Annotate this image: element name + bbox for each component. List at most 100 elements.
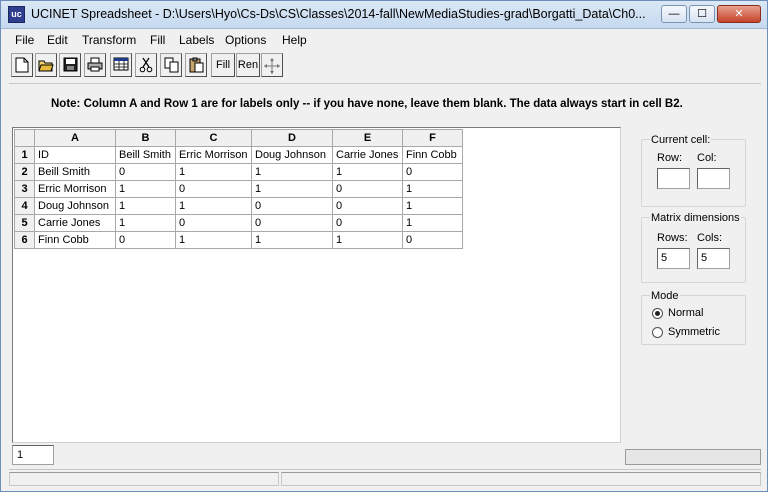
cell-a6[interactable]: Finn Cobb bbox=[34, 231, 116, 249]
row-header[interactable]: 1 bbox=[14, 146, 35, 164]
copy-button[interactable] bbox=[160, 53, 182, 77]
cell-e3[interactable]: 0 bbox=[332, 180, 403, 198]
normal-radio[interactable] bbox=[652, 308, 663, 319]
cell-f1[interactable]: Finn Cobb bbox=[402, 146, 463, 164]
close-button[interactable]: ✕ bbox=[717, 5, 761, 23]
cell-f4[interactable]: 1 bbox=[402, 197, 463, 215]
row-header[interactable]: 3 bbox=[14, 180, 35, 198]
cell-b2[interactable]: 0 bbox=[115, 163, 176, 181]
column-header-d[interactable]: D bbox=[251, 129, 333, 147]
grid-view-button[interactable] bbox=[110, 53, 132, 77]
cell-e5[interactable]: 0 bbox=[332, 214, 403, 232]
cell-a3[interactable]: Erric Morrison bbox=[34, 180, 116, 198]
current-cell-title: Current cell: bbox=[650, 134, 712, 146]
menu-file[interactable]: File bbox=[15, 33, 34, 47]
cut-button[interactable] bbox=[135, 53, 157, 77]
print-button[interactable] bbox=[84, 53, 106, 77]
cell-value-field[interactable]: 1 bbox=[12, 445, 54, 465]
cell-c2[interactable]: 1 bbox=[175, 163, 252, 181]
cell-c1[interactable]: Erric Morrison bbox=[175, 146, 252, 164]
cell-e1[interactable]: Carrie Jones bbox=[332, 146, 403, 164]
move-icon bbox=[264, 58, 280, 74]
cell-a2[interactable]: Beill Smith bbox=[34, 163, 116, 181]
menu-fill[interactable]: Fill bbox=[150, 33, 165, 47]
menu-help[interactable]: Help bbox=[282, 33, 307, 47]
normal-label[interactable]: Normal bbox=[668, 307, 703, 319]
cell-e2[interactable]: 1 bbox=[332, 163, 403, 181]
cell-f3[interactable]: 1 bbox=[402, 180, 463, 198]
row-header[interactable]: 6 bbox=[14, 231, 35, 249]
cols-field[interactable]: 5 bbox=[697, 248, 730, 269]
cell-d5[interactable]: 0 bbox=[251, 214, 333, 232]
minimize-button[interactable]: — bbox=[661, 5, 687, 23]
cell-b1[interactable]: Beill Smith bbox=[115, 146, 176, 164]
fill-button[interactable]: Fill bbox=[211, 53, 235, 77]
column-header-e[interactable]: E bbox=[332, 129, 403, 147]
cell-f6[interactable]: 0 bbox=[402, 231, 463, 249]
column-header-f[interactable]: F bbox=[402, 129, 463, 147]
column-header-c[interactable]: C bbox=[175, 129, 252, 147]
cell-e4[interactable]: 0 bbox=[332, 197, 403, 215]
ucinet-app-icon[interactable]: uc bbox=[8, 6, 25, 23]
cell-c6[interactable]: 1 bbox=[175, 231, 252, 249]
column-header-b[interactable]: B bbox=[115, 129, 176, 147]
menu-options[interactable]: Options bbox=[225, 33, 266, 47]
cell-b3[interactable]: 1 bbox=[115, 180, 176, 198]
current-cell-group: Current cell: Row: Col: bbox=[641, 134, 746, 207]
open-button[interactable] bbox=[35, 53, 57, 77]
table-row: 5 Carrie Jones 1 0 0 0 1 bbox=[14, 214, 463, 232]
matrix-dimensions-title: Matrix dimensions bbox=[650, 212, 741, 224]
status-bar bbox=[9, 469, 761, 487]
menu-edit[interactable]: Edit bbox=[47, 33, 68, 47]
radio-selected-dot bbox=[655, 311, 660, 316]
progress-bar bbox=[625, 449, 761, 465]
cell-b4[interactable]: 1 bbox=[115, 197, 176, 215]
symmetric-label[interactable]: Symmetric bbox=[668, 326, 720, 338]
symmetric-radio[interactable] bbox=[652, 327, 663, 338]
column-header-a[interactable]: A bbox=[34, 129, 116, 147]
cell-c3[interactable]: 0 bbox=[175, 180, 252, 198]
cell-c5[interactable]: 0 bbox=[175, 214, 252, 232]
maximize-button[interactable]: ☐ bbox=[689, 5, 715, 23]
toolbar: Fill Ren bbox=[9, 52, 761, 80]
move-button[interactable] bbox=[261, 53, 283, 77]
print-icon bbox=[87, 57, 103, 72]
matrix-dimensions-group: Matrix dimensions Rows: Cols: 5 5 bbox=[641, 212, 746, 283]
table-row: 4 Doug Johnson 1 1 0 0 1 bbox=[14, 197, 463, 215]
cell-a5[interactable]: Carrie Jones bbox=[34, 214, 116, 232]
side-panel: Current cell: Row: Col: Matrix dimension… bbox=[625, 127, 761, 443]
cell-a4[interactable]: Doug Johnson bbox=[34, 197, 116, 215]
cell-c4[interactable]: 1 bbox=[175, 197, 252, 215]
cell-d1[interactable]: Doug Johnson bbox=[251, 146, 333, 164]
menu-labels[interactable]: Labels bbox=[179, 33, 214, 47]
mode-title: Mode bbox=[650, 290, 680, 302]
cell-d6[interactable]: 1 bbox=[251, 231, 333, 249]
cell-b6[interactable]: 0 bbox=[115, 231, 176, 249]
rows-field[interactable]: 5 bbox=[657, 248, 690, 269]
cell-d3[interactable]: 1 bbox=[251, 180, 333, 198]
row-header[interactable]: 5 bbox=[14, 214, 35, 232]
paste-button[interactable] bbox=[185, 53, 207, 77]
current-col-field[interactable] bbox=[697, 168, 730, 189]
spreadsheet-window: uc UCINET Spreadsheet - D:\Users\Hyo\Cs-… bbox=[0, 0, 768, 492]
corner-cell[interactable] bbox=[14, 129, 35, 147]
spreadsheet-grid[interactable]: A B C D E F 1 ID Beill Smith Erric Morri… bbox=[12, 127, 621, 443]
cell-d2[interactable]: 1 bbox=[251, 163, 333, 181]
cell-a1[interactable]: ID bbox=[34, 146, 116, 164]
menu-transform[interactable]: Transform bbox=[82, 33, 136, 47]
new-file-button[interactable] bbox=[11, 53, 33, 77]
save-button[interactable] bbox=[59, 53, 81, 77]
cell-f2[interactable]: 0 bbox=[402, 163, 463, 181]
row-header[interactable]: 2 bbox=[14, 163, 35, 181]
rename-button[interactable]: Ren bbox=[236, 53, 260, 77]
row-header[interactable]: 4 bbox=[14, 197, 35, 215]
bottom-area: 1 bbox=[9, 443, 761, 467]
cell-f5[interactable]: 1 bbox=[402, 214, 463, 232]
table-row: 1 ID Beill Smith Erric Morrison Doug Joh… bbox=[14, 146, 463, 164]
current-row-field[interactable] bbox=[657, 168, 690, 189]
cell-d4[interactable]: 0 bbox=[251, 197, 333, 215]
column-header-row: A B C D E F bbox=[14, 129, 463, 147]
table-row: 2 Beill Smith 0 1 1 1 0 bbox=[14, 163, 463, 181]
cell-b5[interactable]: 1 bbox=[115, 214, 176, 232]
cell-e6[interactable]: 1 bbox=[332, 231, 403, 249]
